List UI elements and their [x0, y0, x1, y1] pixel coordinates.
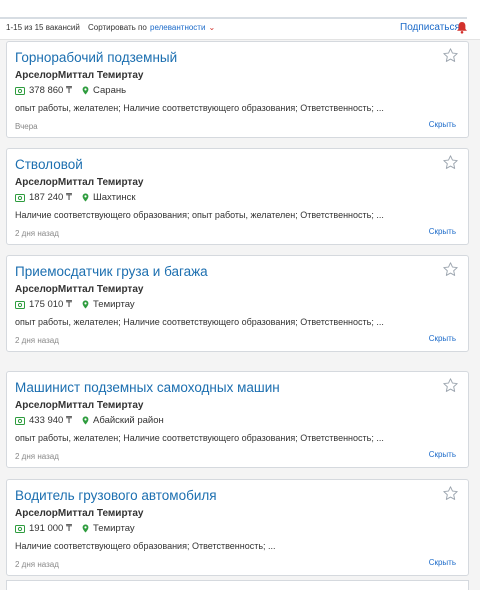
sort-value: релевантности: [150, 23, 206, 32]
sort-label: Сортировать по: [88, 23, 147, 32]
money-icon: [15, 86, 25, 95]
vacancy-card[interactable]: Приемосдатчик груза и багажа АрселорМитт…: [6, 255, 469, 352]
posted-date: 2 дня назад: [15, 336, 59, 345]
vacancy-card[interactable]: Водитель грузового автомобиля АрселорМит…: [6, 479, 469, 576]
company-name: АрселорМиттал Темиртау: [15, 400, 144, 411]
hide-button[interactable]: Скрыть: [429, 334, 456, 343]
hide-button[interactable]: Скрыть: [429, 120, 456, 129]
posted-date: Вчера: [15, 122, 38, 131]
sort-dropdown[interactable]: релевантности ⌄: [150, 23, 215, 32]
money-icon: [15, 300, 25, 309]
location-pin-icon: [82, 86, 89, 95]
posted-date: 2 дня назад: [15, 229, 59, 238]
vacancy-title[interactable]: Машинист подземных самоходных машин: [15, 380, 280, 395]
money-icon: [15, 416, 25, 425]
star-icon[interactable]: [442, 485, 459, 502]
location: Абайский район: [93, 415, 164, 426]
hide-button[interactable]: Скрыть: [429, 558, 456, 567]
vacancy-meta: 187 240 ₸ Шахтинск: [15, 192, 135, 203]
hide-button[interactable]: Скрыть: [429, 227, 456, 236]
company-name: АрселорМиттал Темиртау: [15, 284, 144, 295]
location-pin-icon: [82, 300, 89, 309]
salary: 191 000 ₸: [29, 523, 73, 534]
location: Темиртау: [93, 523, 135, 534]
vacancy-title[interactable]: Приемосдатчик груза и багажа: [15, 264, 208, 279]
vacancy-title[interactable]: Водитель грузового автомобиля: [15, 488, 217, 503]
salary: 175 010 ₸: [29, 299, 73, 310]
company-name: АрселорМиттал Темиртау: [15, 70, 144, 81]
vacancy-meta: 433 940 ₸ Абайский район: [15, 415, 164, 426]
star-icon[interactable]: [442, 261, 459, 278]
money-icon: [15, 524, 25, 533]
divider: [0, 17, 467, 19]
hide-button[interactable]: Скрыть: [429, 450, 456, 459]
vacancy-title[interactable]: Стволовой: [15, 157, 83, 172]
next-vacancy-card: [6, 580, 469, 590]
posted-date: 2 дня назад: [15, 452, 59, 461]
location: Шахтинск: [93, 192, 136, 203]
star-icon[interactable]: [442, 47, 459, 64]
requirements-text: опыт работы, желателен; Наличие соответс…: [15, 317, 384, 327]
requirements-text: Наличие соответствующего образования; От…: [15, 541, 276, 551]
star-icon[interactable]: [442, 377, 459, 394]
salary: 187 240 ₸: [29, 192, 73, 203]
requirements-text: Наличие соответствующего образования; оп…: [15, 210, 384, 220]
vacancy-card[interactable]: Стволовой АрселорМиттал Темиртау 187 240…: [6, 148, 469, 245]
salary: 433 940 ₸: [29, 415, 73, 426]
vacancy-card[interactable]: Машинист подземных самоходных машин Арсе…: [6, 371, 469, 468]
vacancy-meta: 378 860 ₸ Сарань: [15, 85, 126, 96]
vacancy-card[interactable]: Горнорабочий подземный АрселорМиттал Тем…: [6, 41, 469, 138]
location-pin-icon: [82, 524, 89, 533]
location: Темиртау: [93, 299, 135, 310]
results-count: 1-15 из 15 вакансий: [6, 23, 80, 32]
results-toolbar: 1-15 из 15 вакансий Сортировать по релев…: [0, 0, 480, 40]
location: Сарань: [93, 85, 127, 96]
requirements-text: опыт работы, желателен; Наличие соответс…: [15, 103, 384, 113]
company-name: АрселорМиттал Темиртау: [15, 508, 144, 519]
subscribe-link[interactable]: Подписаться: [400, 22, 460, 33]
money-icon: [15, 193, 25, 202]
bell-icon[interactable]: [456, 21, 468, 34]
star-icon[interactable]: [442, 154, 459, 171]
vacancy-meta: 191 000 ₸ Темиртау: [15, 523, 135, 534]
company-name: АрселорМиттал Темиртау: [15, 177, 144, 188]
chevron-down-icon: ⌄: [208, 23, 216, 32]
requirements-text: опыт работы, желателен; Наличие соответс…: [15, 433, 384, 443]
posted-date: 2 дня назад: [15, 560, 59, 569]
vacancy-title[interactable]: Горнорабочий подземный: [15, 50, 177, 65]
vacancy-meta: 175 010 ₸ Темиртау: [15, 299, 135, 310]
location-pin-icon: [82, 193, 89, 202]
location-pin-icon: [82, 416, 89, 425]
salary: 378 860 ₸: [29, 85, 73, 96]
